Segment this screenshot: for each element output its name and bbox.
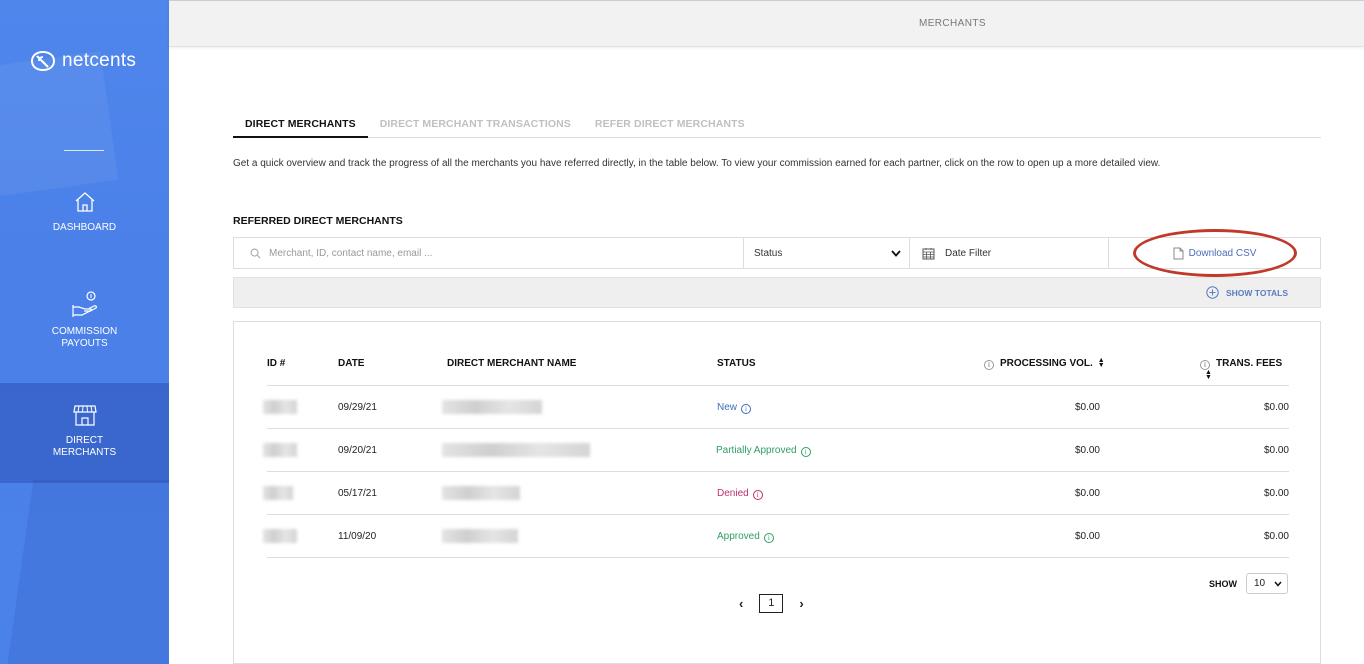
status-dropdown-label: Status xyxy=(754,247,783,259)
top-bar: MERCHANTS xyxy=(169,0,1364,47)
storefront-icon xyxy=(72,405,97,426)
page-size-select[interactable]: 10 xyxy=(1246,573,1288,594)
column-header-date[interactable]: DATE xyxy=(338,358,364,369)
column-header-trans-fees[interactable]: i TRANS. FEES▲ ▼ xyxy=(1200,358,1289,381)
sidebar-item-dashboard[interactable]: DASHBOARD xyxy=(0,190,169,250)
filter-bar: Status Date Filter Download CSV xyxy=(233,229,1321,277)
prev-page-button[interactable]: ‹ xyxy=(739,596,743,611)
brand-name: netcents xyxy=(62,50,137,71)
pagination: ‹ 1 › xyxy=(739,594,804,613)
hand-coin-icon xyxy=(71,291,97,317)
tab-bar: DIRECT MERCHANTS DIRECT MERCHANT TRANSAC… xyxy=(233,110,1321,138)
row-trans-fees: $0.00 xyxy=(1263,488,1289,499)
search-input[interactable] xyxy=(269,247,709,259)
row-status-label: Approved xyxy=(717,531,760,542)
row-processing-vol: $0.00 xyxy=(1074,445,1100,456)
row-status-label: Denied xyxy=(717,488,749,499)
show-totals-button[interactable]: SHOW TOTALS xyxy=(1206,286,1288,299)
row-processing-vol: $0.00 xyxy=(1074,488,1100,499)
sidebar-item-label: DASHBOARD xyxy=(52,222,117,233)
column-header-processing-vol[interactable]: i PROCESSING VOL. ▲ ▼ xyxy=(984,357,1105,370)
row-processing-vol: $0.00 xyxy=(1074,531,1100,542)
row-status: Approved i xyxy=(717,531,774,543)
search-icon xyxy=(250,248,261,258)
merchant-id-redacted xyxy=(263,486,293,503)
brand-logo[interactable]: netcents xyxy=(30,50,136,72)
merchant-id-redacted xyxy=(263,529,297,546)
date-filter[interactable]: Date Filter xyxy=(910,238,1109,268)
sidebar-divider xyxy=(64,150,104,151)
table-row[interactable]: 09/20/21 Partially Approved i $0.00 $0.00 xyxy=(263,429,1289,472)
highlight-annotation xyxy=(1133,229,1297,277)
calendar-icon xyxy=(922,247,935,259)
row-status-label: Partially Approved xyxy=(716,445,797,456)
column-header-label: PROCESSING VOL. xyxy=(1000,358,1093,369)
merchant-name-redacted xyxy=(442,443,590,460)
home-icon xyxy=(75,192,94,212)
row-date: 11/09/20 xyxy=(338,531,377,542)
sidebar-item-label: COMMISSION PAYOUTS xyxy=(51,326,118,349)
sidebar-item-label: DIRECT MERCHANTS xyxy=(52,435,117,458)
sidebar: netcents DASHBOARD COMMISSION PAYOUTS DI… xyxy=(0,0,169,664)
search-field xyxy=(234,238,744,268)
column-header-id[interactable]: ID # xyxy=(267,358,285,369)
sidebar-item-direct-merchants[interactable]: DIRECT MERCHANTS xyxy=(0,383,169,483)
table-row[interactable]: 09/29/21 New i $0.00 $0.00 xyxy=(263,386,1289,429)
page-size-value: 10 xyxy=(1254,578,1266,589)
row-trans-fees: $0.00 xyxy=(1263,445,1289,456)
info-icon[interactable]: i xyxy=(800,447,811,457)
page-title: MERCHANTS xyxy=(919,18,986,29)
info-icon[interactable]: i xyxy=(984,360,994,370)
row-status-label: New xyxy=(717,402,738,413)
table-row[interactable]: 11/09/20 Approved i $0.00 $0.00 xyxy=(263,515,1289,558)
page-size-label: SHOW xyxy=(1209,579,1237,589)
row-date: 09/29/21 xyxy=(338,402,377,413)
sort-icon[interactable]: ▲ ▼ xyxy=(1098,357,1105,369)
tab-direct-merchants[interactable]: DIRECT MERCHANTS xyxy=(233,110,368,138)
netcents-logo-icon xyxy=(30,50,56,72)
row-status: Partially Approved i xyxy=(716,445,811,457)
row-trans-fees: $0.00 xyxy=(1263,531,1289,542)
show-totals-label: SHOW TOTALS xyxy=(1225,287,1288,298)
page-number-current[interactable]: 1 xyxy=(759,594,784,613)
row-status: Denied i xyxy=(717,488,763,500)
chevron-down-icon xyxy=(1274,581,1282,587)
merchant-name-redacted xyxy=(442,529,518,546)
plus-circle-icon xyxy=(1206,286,1219,299)
row-status: New i xyxy=(717,402,752,414)
merchant-id-redacted xyxy=(263,443,297,460)
info-icon[interactable]: i xyxy=(752,490,763,500)
table-header: ID # DATE DIRECT MERCHANT NAME STATUS iP… xyxy=(267,357,1289,386)
merchant-name-redacted xyxy=(442,486,520,503)
sort-icon[interactable]: ▲ ▼ xyxy=(1205,369,1212,381)
tab-refer-direct-merchants[interactable]: REFER DIRECT MERCHANTS xyxy=(583,110,757,137)
status-dropdown[interactable]: Status xyxy=(744,238,910,268)
column-header-label: TRANS. FEES xyxy=(1216,358,1283,369)
merchant-name-redacted xyxy=(442,400,542,417)
column-header-merchant-name[interactable]: DIRECT MERCHANT NAME xyxy=(447,358,576,369)
row-processing-vol: $0.00 xyxy=(1074,402,1100,413)
info-icon[interactable]: i xyxy=(763,533,774,543)
chevron-down-icon xyxy=(891,249,901,257)
merchant-id-redacted xyxy=(263,400,297,417)
totals-bar: SHOW TOTALS xyxy=(233,277,1321,308)
next-page-button[interactable]: › xyxy=(799,596,803,611)
tab-direct-merchant-transactions[interactable]: DIRECT MERCHANT TRANSACTIONS xyxy=(368,110,583,137)
download-csv-button[interactable]: Download CSV xyxy=(1109,229,1320,277)
table-row[interactable]: 05/17/21 Denied i $0.00 $0.00 xyxy=(263,472,1289,515)
row-trans-fees: $0.00 xyxy=(1263,402,1289,413)
section-title: REFERRED DIRECT MERCHANTS xyxy=(233,215,403,227)
row-date: 09/20/21 xyxy=(338,445,377,456)
page-description: Get a quick overview and track the progr… xyxy=(233,158,1161,169)
column-header-status[interactable]: STATUS xyxy=(717,358,756,369)
merchants-table-card: ID # DATE DIRECT MERCHANT NAME STATUS iP… xyxy=(233,321,1321,664)
date-filter-label: Date Filter xyxy=(945,247,992,259)
sidebar-item-commission-payouts[interactable]: COMMISSION PAYOUTS xyxy=(0,290,169,370)
row-date: 05/17/21 xyxy=(338,488,377,499)
info-icon[interactable]: i xyxy=(741,404,752,414)
